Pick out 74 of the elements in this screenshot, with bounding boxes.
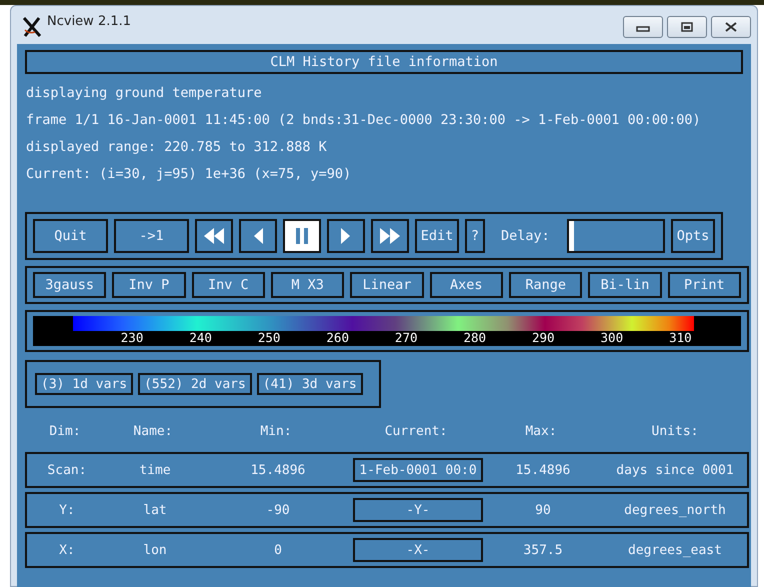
info-line: displayed range: 220.785 to 312.888 K <box>26 138 328 157</box>
control-button[interactable]: ->1 <box>114 219 189 253</box>
window-title: Ncview 2.1.1 <box>47 14 132 29</box>
play-icon <box>340 227 352 245</box>
x-logo-icon <box>21 16 43 38</box>
table-cell-text: degrees_north <box>623 502 727 518</box>
column-header: Units: <box>650 424 700 438</box>
delay-label: Delay: <box>501 228 551 244</box>
option-button[interactable]: Bi-lin <box>588 272 662 298</box>
maximize-icon <box>680 22 694 32</box>
tick-label: 310 <box>669 330 692 345</box>
rewind-icon <box>203 227 225 245</box>
option-button[interactable]: 3gauss <box>33 272 106 298</box>
close-button[interactable] <box>711 16 751 38</box>
table-cell-text: 15.4896 <box>250 462 306 478</box>
table-cell-text: 15.4896 <box>514 462 572 478</box>
column-header: Name: <box>132 424 174 438</box>
back-button[interactable] <box>239 219 277 253</box>
control-button[interactable]: Quit <box>33 219 108 253</box>
tick-label: 270 <box>394 330 418 345</box>
table-cell-text: -90 <box>265 502 291 518</box>
info-line: frame 1/1 16-Jan-0001 11:45:00 (2 bnds:31-Dec-0000 23:30:00 -> 1-Feb-0001 00:00:00) <box>26 111 702 130</box>
option-button[interactable]: Print <box>668 272 741 298</box>
option-button[interactable]: Inv P <box>112 272 186 298</box>
tick-label: 240 <box>189 330 212 345</box>
forward-button[interactable] <box>327 219 365 253</box>
tick-label: 300 <box>600 330 624 345</box>
column-header: Current: <box>384 424 448 438</box>
step-back-icon <box>252 227 264 245</box>
column-header: Min: <box>259 424 293 438</box>
table-cell-text: X: <box>58 542 76 558</box>
table-cell-text: degrees_east <box>627 542 723 558</box>
info-line: displaying ground temperature <box>26 84 263 103</box>
file-title-bar: CLM History file information <box>25 50 743 74</box>
minimize-button[interactable] <box>623 16 663 38</box>
table-cell-text: 357.5 <box>522 542 564 558</box>
variable-group-button[interactable]: (3) 1d vars <box>35 373 134 395</box>
table-cell-text: Y: <box>58 502 76 518</box>
delay-slider[interactable] <box>567 219 665 253</box>
column-header: Dim: <box>48 424 82 438</box>
control-button[interactable]: Edit <box>415 219 459 253</box>
option-button[interactable]: Range <box>508 272 582 298</box>
fastforward-button[interactable] <box>371 219 409 253</box>
table-cell-text: days since 0001 <box>615 462 735 478</box>
tick-label: 290 <box>532 330 555 345</box>
table-cell-text: lon <box>142 542 168 558</box>
variable-group-button[interactable]: (41) 3d vars <box>256 373 363 395</box>
fast-forward-icon <box>379 227 401 245</box>
option-button[interactable]: Linear <box>350 272 424 298</box>
column-header: Max: <box>524 424 558 438</box>
table-cell-text: 90 <box>534 502 552 518</box>
tick-label: 260 <box>326 330 349 345</box>
table-cell-text: 0 <box>273 542 283 558</box>
close-icon <box>724 22 738 32</box>
current-value-button[interactable]: -Y- <box>353 498 483 522</box>
maximize-button[interactable] <box>667 16 707 38</box>
table-cell-text: lat <box>142 502 168 518</box>
control-button[interactable]: ? <box>465 219 485 253</box>
current-value-button[interactable]: 1-Feb-0001 00:0 <box>353 458 483 482</box>
table-cell-text: time <box>138 462 172 478</box>
option-button[interactable]: Axes <box>430 272 503 298</box>
rewind-button[interactable] <box>195 219 233 253</box>
option-button[interactable]: Inv C <box>192 272 265 298</box>
option-button[interactable]: M X3 <box>270 272 344 298</box>
tick-label: 250 <box>258 330 280 345</box>
variable-group-button[interactable]: (552) 2d vars <box>138 373 252 395</box>
tick-label: 230 <box>120 330 144 345</box>
pause-icon <box>295 227 309 245</box>
tick-label: 280 <box>463 330 486 345</box>
table-cell-text: Scan: <box>46 462 88 478</box>
pause-button[interactable] <box>283 219 321 253</box>
opts-button[interactable]: Opts <box>671 219 715 253</box>
info-line: Current: (i=30, j=95) 1e+36 (x=75, y=90) <box>26 165 352 184</box>
current-value-button[interactable]: -X- <box>353 538 483 562</box>
